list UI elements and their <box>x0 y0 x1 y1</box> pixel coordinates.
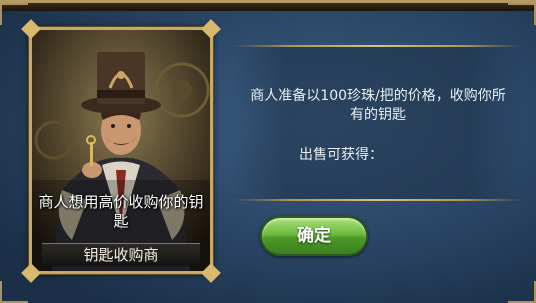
info-panel: 商人准备以100珍珠/把的价格，收购你所有的钥匙 出售可获得： <box>233 45 522 201</box>
divider <box>233 199 522 201</box>
card-name: 钥匙收购商 <box>42 243 200 266</box>
sell-reward-label: 出售可获得： <box>299 147 383 163</box>
top-border-strip <box>0 3 536 11</box>
confirm-button[interactable]: 确定 <box>260 216 368 256</box>
corner-ornament <box>508 3 536 25</box>
merchant-card: 商人想用高价收购你的钥匙 钥匙收购商 <box>29 27 213 274</box>
merchant-dialog: 商人想用高价收购你的钥匙 钥匙收购商 商人准备以100珍珠/把的价格，收购你所有… <box>0 0 536 303</box>
corner-ornament <box>0 3 28 25</box>
corner-ornament <box>508 281 536 303</box>
divider <box>233 45 522 47</box>
offer-description: 商人准备以100珍珠/把的价格，收购你所有的钥匙 <box>250 88 506 123</box>
card-caption: 商人想用高价收购你的钥匙 <box>38 193 204 230</box>
merchant-portrait-image <box>32 30 210 271</box>
corner-ornament <box>0 281 28 303</box>
